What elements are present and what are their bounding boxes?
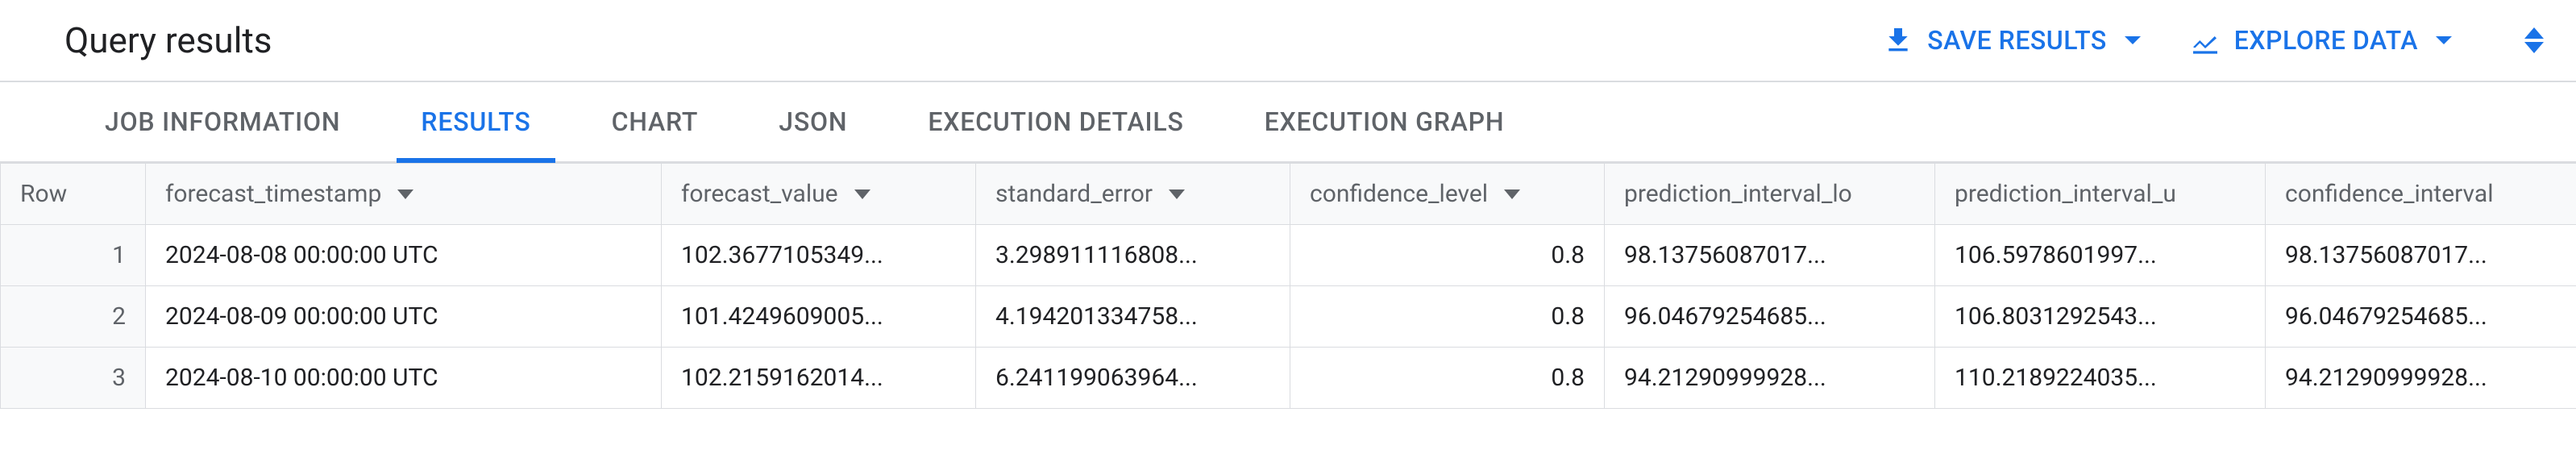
column-header-forecast-value[interactable]: forecast_value (662, 164, 976, 225)
column-label: forecast_value (681, 180, 838, 208)
chart-icon (2189, 24, 2221, 56)
chevron-down-icon (2524, 42, 2544, 53)
cell-forecast-value: 102.2159162014... (662, 348, 976, 409)
cell-confidence-level: 0.8 (1290, 348, 1605, 409)
page-title: Query results (64, 19, 1882, 61)
results-header: Query results SAVE RESULTS EXPLORE DATA (0, 0, 2576, 82)
table-row: 1 2024-08-08 00:00:00 UTC 102.3677105349… (1, 225, 2576, 286)
column-label: standard_error (995, 180, 1153, 208)
tab-json[interactable]: JSON (738, 82, 887, 161)
column-label: Row (20, 180, 67, 208)
column-label: confidence_interval (2285, 180, 2494, 208)
tab-chart[interactable]: CHART (571, 82, 739, 161)
column-label: prediction_interval_lo (1624, 180, 1852, 208)
column-header-prediction-interval-u[interactable]: prediction_interval_u (1935, 164, 2266, 225)
cell-prediction-interval-u: 106.8031292543... (1935, 286, 2266, 348)
sort-caret-icon (397, 189, 413, 199)
cell-confidence-interval: 96.04679254685... (2266, 286, 2576, 348)
column-header-confidence-level[interactable]: confidence_level (1290, 164, 1605, 225)
cell-prediction-interval-u: 106.5978601997... (1935, 225, 2266, 286)
dropdown-caret-icon (2436, 36, 2452, 44)
column-header-row[interactable]: Row (1, 164, 146, 225)
cell-prediction-interval-lo: 94.21290999928... (1605, 348, 1935, 409)
expand-collapse-button[interactable] (2524, 27, 2544, 53)
cell-row-num: 1 (1, 225, 146, 286)
sort-caret-icon (1504, 189, 1520, 199)
header-actions: SAVE RESULTS EXPLORE DATA (1882, 24, 2544, 56)
cell-standard-error: 6.241199063964... (976, 348, 1290, 409)
cell-forecast-timestamp: 2024-08-08 00:00:00 UTC (146, 225, 662, 286)
tab-results[interactable]: RESULTS (380, 82, 571, 161)
column-header-prediction-interval-lo[interactable]: prediction_interval_lo (1605, 164, 1935, 225)
explore-data-label: EXPLORE DATA (2234, 25, 2418, 56)
explore-data-button[interactable]: EXPLORE DATA (2189, 24, 2452, 56)
cell-prediction-interval-u: 110.2189224035... (1935, 348, 2266, 409)
download-icon (1882, 24, 1914, 56)
column-label: confidence_level (1310, 180, 1488, 208)
cell-prediction-interval-lo: 98.13756087017... (1605, 225, 1935, 286)
cell-confidence-interval: 98.13756087017... (2266, 225, 2576, 286)
table-row: 2 2024-08-09 00:00:00 UTC 101.4249609005… (1, 286, 2576, 348)
save-results-label: SAVE RESULTS (1927, 25, 2107, 56)
tab-execution-graph[interactable]: EXECUTION GRAPH (1224, 82, 1545, 161)
column-header-forecast-timestamp[interactable]: forecast_timestamp (146, 164, 662, 225)
chevron-up-icon (2524, 27, 2544, 39)
sort-caret-icon (854, 189, 870, 199)
results-table-wrapper: Row forecast_timestamp forecast_value (0, 163, 2576, 458)
cell-confidence-interval: 94.21290999928... (2266, 348, 2576, 409)
table-header-row: Row forecast_timestamp forecast_value (1, 164, 2576, 225)
cell-row-num: 2 (1, 286, 146, 348)
cell-row-num: 3 (1, 348, 146, 409)
cell-forecast-value: 102.3677105349... (662, 225, 976, 286)
column-header-standard-error[interactable]: standard_error (976, 164, 1290, 225)
cell-forecast-timestamp: 2024-08-10 00:00:00 UTC (146, 348, 662, 409)
cell-forecast-timestamp: 2024-08-09 00:00:00 UTC (146, 286, 662, 348)
cell-standard-error: 3.298911116808... (976, 225, 1290, 286)
cell-forecast-value: 101.4249609005... (662, 286, 976, 348)
sort-caret-icon (1169, 189, 1185, 199)
dropdown-caret-icon (2125, 36, 2141, 44)
tab-execution-details[interactable]: EXECUTION DETAILS (887, 82, 1224, 161)
results-table: Row forecast_timestamp forecast_value (0, 163, 2576, 409)
column-label: prediction_interval_u (1955, 180, 2176, 208)
cell-prediction-interval-lo: 96.04679254685... (1605, 286, 1935, 348)
cell-standard-error: 4.194201334758... (976, 286, 1290, 348)
save-results-button[interactable]: SAVE RESULTS (1882, 24, 2141, 56)
cell-confidence-level: 0.8 (1290, 225, 1605, 286)
cell-confidence-level: 0.8 (1290, 286, 1605, 348)
column-label: forecast_timestamp (165, 180, 381, 208)
tab-job-information[interactable]: JOB INFORMATION (64, 82, 380, 161)
results-tabs: JOB INFORMATION RESULTS CHART JSON EXECU… (0, 82, 2576, 163)
column-header-confidence-interval[interactable]: confidence_interval (2266, 164, 2576, 225)
table-row: 3 2024-08-10 00:00:00 UTC 102.2159162014… (1, 348, 2576, 409)
